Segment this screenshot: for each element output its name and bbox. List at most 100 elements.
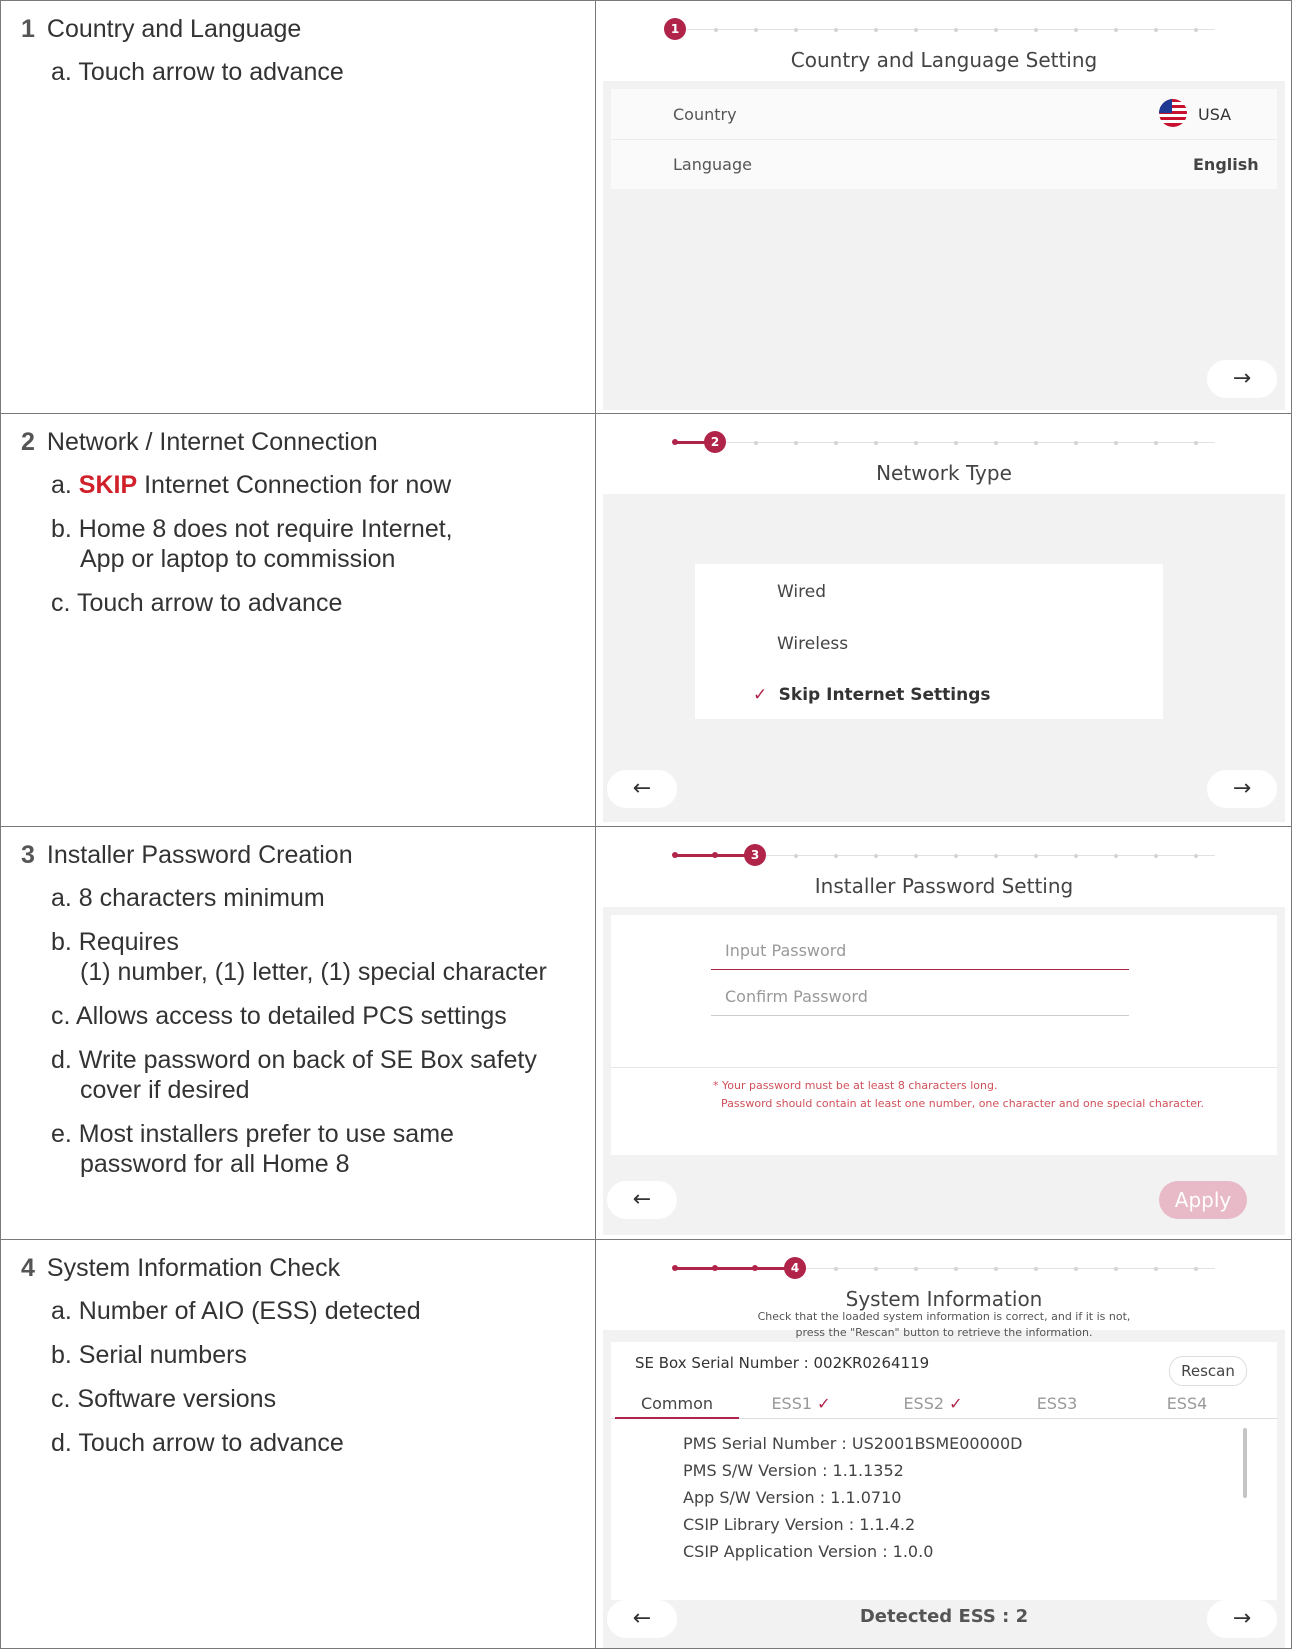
step-1-title: 1 Country and Language: [21, 15, 301, 44]
stepper-dot: [794, 854, 798, 858]
tab-ess2[interactable]: ESS2 ✓: [873, 1394, 993, 1413]
step-4-title-text: System Information Check: [46, 1254, 341, 1282]
stepper-dot: [914, 1267, 918, 1271]
stepper-dot: [754, 28, 758, 32]
step-row-2: 2 Network / Internet Connection a. SKIP I…: [1, 414, 1291, 827]
stepper-dot: [1154, 28, 1158, 32]
tab-ess2-label: ESS2: [903, 1394, 945, 1413]
stepper-dot: [1034, 1267, 1038, 1271]
stepper-dot: [1154, 854, 1158, 858]
instruction-rest: Internet Connection for now: [137, 471, 452, 499]
step-1-number: 1: [21, 15, 35, 43]
instruction-line: password for all Home 8: [80, 1150, 350, 1178]
stepper-dot-done: [672, 1265, 678, 1271]
step-3-title: 3 Installer Password Creation: [21, 841, 353, 870]
step-3-instruction-a: a. 8 characters minimum: [51, 884, 325, 912]
screen-subtitle: press the "Rescan" button to retrieve th…: [795, 1326, 1093, 1339]
password-card: Input Password Confirm Password * Your p…: [611, 915, 1277, 1155]
stepper-dot: [874, 28, 878, 32]
instruction-table: 1 Country and Language a. Touch arrow to …: [0, 0, 1292, 1649]
step-3-number: 3: [21, 841, 35, 869]
screen-header: 1 Country and Language Setting: [603, 5, 1285, 81]
step-1-title-text: Country and Language: [46, 15, 302, 43]
tab-ess1[interactable]: ESS1 ✓: [741, 1394, 861, 1413]
tab-ess3[interactable]: ESS3: [1007, 1394, 1107, 1413]
country-row[interactable]: Country USA: [611, 89, 1277, 140]
stepper-dot: [954, 854, 958, 858]
instruction-line: (1) number, (1) letter, (1) special char…: [80, 958, 547, 986]
next-arrow-button[interactable]: →: [1207, 360, 1277, 398]
step-2-screen: 2 Network Type Wired Wireless ✓ Skip Int…: [597, 414, 1291, 826]
screen-title: Network Type: [876, 461, 1012, 485]
language-row[interactable]: Language English: [611, 139, 1277, 189]
detected-ess-count: Detected ESS : 2: [859, 1606, 1029, 1627]
arrow-right-icon: →: [1232, 366, 1252, 391]
next-arrow-button[interactable]: →: [1207, 1600, 1277, 1638]
stepper-dot-done: [712, 852, 718, 858]
back-arrow-button[interactable]: ←: [607, 770, 677, 808]
info-pms-serial: PMS Serial Number : US2001BSME00000D: [683, 1434, 1023, 1453]
system-info-card: SE Box Serial Number : 002KR0264119 Resc…: [611, 1342, 1277, 1600]
tab-ess1-label: ESS1: [771, 1394, 813, 1413]
stepper-dot: [1114, 854, 1118, 858]
system-information-screen: 4 System Information Check that the load…: [603, 1244, 1285, 1648]
stepper-dot: [914, 854, 918, 858]
instruction-line: b. Home 8 does not require Internet,: [51, 515, 453, 543]
tab-common[interactable]: Common: [621, 1394, 733, 1413]
step-4-instruction-d: d. Touch arrow to advance: [51, 1429, 344, 1457]
arrow-left-icon: ←: [632, 1187, 652, 1212]
country-label: Country: [673, 105, 737, 124]
step-1-screen: 1 Country and Language Setting Country U…: [597, 1, 1291, 413]
stepper-dot: [874, 1267, 878, 1271]
step-2-instruction-c: c. Touch arrow to advance: [51, 589, 343, 617]
step-2-title-text: Network / Internet Connection: [46, 428, 378, 456]
language-label: Language: [673, 155, 752, 174]
country-value: USA: [1198, 105, 1232, 124]
rescan-button[interactable]: Rescan: [1169, 1356, 1247, 1386]
instruction-line: b. Requires: [51, 928, 179, 956]
screen-subtitle: Check that the loaded system information…: [757, 1310, 1131, 1323]
stepper-dot: [914, 28, 918, 32]
stepper-dot: [834, 854, 838, 858]
back-arrow-button[interactable]: ←: [607, 1181, 677, 1219]
arrow-right-icon: →: [1232, 1606, 1252, 1631]
option-wired[interactable]: Wired: [777, 582, 826, 602]
stepper-dot: [714, 28, 718, 32]
stepper-dot: [1154, 1267, 1158, 1271]
step-3-instructions: 3 Installer Password Creation a. 8 charac…: [1, 827, 596, 1239]
step-4-instruction-a: a. Number of AIO (ESS) detected: [51, 1297, 421, 1325]
check-icon: ✓: [817, 1394, 831, 1413]
step-1-instruction-a: a. Touch arrow to advance: [51, 58, 344, 86]
step-row-3: 3 Installer Password Creation a. 8 charac…: [1, 827, 1291, 1240]
screen-header: 2 Network Type: [603, 418, 1285, 494]
option-skip-label: Skip Internet Settings: [778, 685, 991, 705]
tab-ess4[interactable]: ESS4: [1137, 1394, 1237, 1413]
next-arrow-button[interactable]: →: [1207, 770, 1277, 808]
scrollbar[interactable]: [1243, 1428, 1247, 1498]
stepper-badge: 1: [664, 18, 686, 40]
step-4-number: 4: [21, 1254, 35, 1282]
option-skip-internet[interactable]: ✓ Skip Internet Settings: [753, 685, 991, 705]
stepper-dot: [1074, 28, 1078, 32]
option-wireless[interactable]: Wireless: [777, 634, 848, 654]
list-clip-fade: [611, 1570, 1277, 1600]
arrow-right-icon: →: [1232, 776, 1252, 801]
step-4-screen: 4 System Information Check that the load…: [597, 1240, 1291, 1648]
apply-button[interactable]: Apply: [1159, 1181, 1247, 1219]
check-icon: ✓: [753, 685, 768, 705]
stepper-dot: [754, 441, 758, 445]
instruction-prefix: a.: [51, 471, 79, 499]
confirm-password-input[interactable]: Confirm Password: [725, 987, 868, 1023]
step-3-instruction-b: b. Requires (1) number, (1) letter, (1) …: [51, 927, 547, 987]
screen-header: 4 System Information Check that the load…: [603, 1244, 1285, 1330]
step-3-instruction-d: d. Write password on back of SE Box safe…: [51, 1045, 537, 1105]
step-4-instruction-c: c. Software versions: [51, 1385, 277, 1413]
network-options-card: Wired Wireless ✓ Skip Internet Settings: [695, 564, 1163, 719]
password-input[interactable]: Input Password: [725, 941, 846, 977]
step-3-instruction-c: c. Allows access to detailed PCS setting…: [51, 1002, 507, 1030]
stepper-dot-done: [752, 1265, 758, 1271]
country-language-screen: 1 Country and Language Setting Country U…: [603, 5, 1285, 410]
arrow-left-icon: ←: [632, 776, 652, 801]
instruction-line: d. Write password on back of SE Box safe…: [51, 1046, 537, 1074]
step-4-title: 4 System Information Check: [21, 1254, 340, 1283]
